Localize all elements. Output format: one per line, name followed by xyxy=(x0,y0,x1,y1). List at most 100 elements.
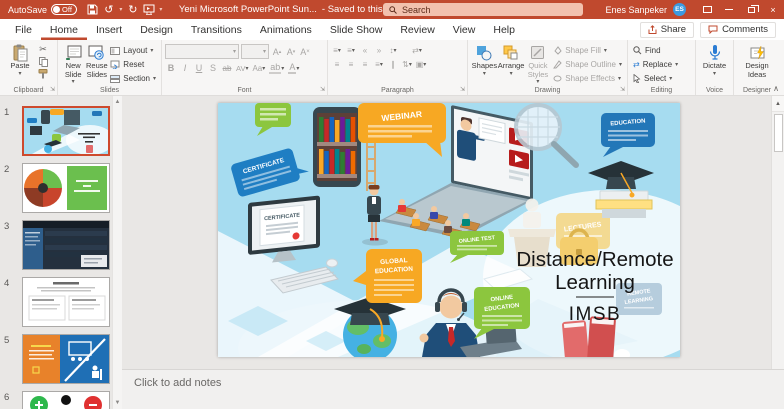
ribbon-display-options-button[interactable] xyxy=(696,0,718,19)
reset-button[interactable]: Reset xyxy=(108,58,158,71)
shapes-dropdown-icon[interactable]: ▾ xyxy=(483,71,486,78)
save-button[interactable] xyxy=(85,1,101,18)
document-title-area[interactable]: Yeni Microsoft PowerPoint Sun... - Saved… xyxy=(179,4,412,15)
slide-thumbnail-3[interactable] xyxy=(22,220,110,270)
select-button[interactable]: Select▾ xyxy=(631,72,680,85)
notes-panel[interactable]: Click to add notes xyxy=(122,369,784,409)
undo-dropdown-icon[interactable]: ▾ xyxy=(117,6,125,13)
quick-access-customize-icon[interactable]: ▾ xyxy=(157,6,165,13)
shrink-font-button[interactable]: A▾ xyxy=(285,45,297,59)
autosave-toggle[interactable]: AutoSave Off xyxy=(8,4,77,15)
columns-button[interactable]: ∥ xyxy=(387,58,399,70)
quick-styles-button[interactable]: Quick Styles ▾ xyxy=(525,42,552,86)
shape-outline-button[interactable]: Shape Outline▾ xyxy=(551,58,624,71)
italic-button[interactable]: I xyxy=(179,61,191,75)
slide-thumbnail-2[interactable] xyxy=(22,163,110,213)
align-left-button[interactable]: ≡ xyxy=(331,58,343,70)
shape-fill-button[interactable]: Shape Fill▾ xyxy=(551,44,624,57)
tab-animations[interactable]: Animations xyxy=(251,19,321,40)
replace-button[interactable]: ⇄ Replace▾ xyxy=(631,58,680,71)
change-case-button[interactable]: Aa▾ xyxy=(251,61,266,75)
slide-thumbnail-6[interactable] xyxy=(22,391,110,409)
drawing-dialog-launcher[interactable]: ⇲ xyxy=(620,86,625,94)
paste-dropdown-icon[interactable]: ▾ xyxy=(18,71,21,78)
thumbnail-scroll-up-icon[interactable]: ▲ xyxy=(115,96,121,108)
increase-indent-button[interactable]: » xyxy=(373,44,385,56)
arrange-dropdown-icon[interactable]: ▾ xyxy=(510,71,513,78)
decrease-indent-button[interactable]: « xyxy=(359,44,371,56)
canvas-scroll-up-icon[interactable]: ▲ xyxy=(772,96,784,112)
avatar[interactable]: ES xyxy=(673,3,686,16)
bold-button[interactable]: B xyxy=(165,61,177,75)
text-highlight-button[interactable]: ab▾ xyxy=(268,61,285,75)
shape-effects-icon xyxy=(553,74,562,83)
slide-thumbnail-1[interactable] xyxy=(22,106,110,156)
bullets-button[interactable]: ≡▾ xyxy=(331,44,343,56)
format-painter-button[interactable] xyxy=(37,68,49,79)
start-slideshow-button[interactable] xyxy=(141,1,157,18)
reuse-slides-button[interactable]: Reuse Slides xyxy=(85,42,108,79)
search-input[interactable]: Search xyxy=(383,3,583,16)
share-button[interactable]: Share xyxy=(640,22,694,38)
underline-button[interactable]: U xyxy=(193,61,205,75)
justify-button[interactable]: ≡▾ xyxy=(373,58,385,70)
close-button[interactable]: × xyxy=(762,0,784,19)
layout-button[interactable]: Layout▾ xyxy=(108,44,158,57)
slide-thumbnail-5[interactable] xyxy=(22,334,110,384)
align-center-button[interactable]: ≡ xyxy=(345,58,357,70)
copy-icon xyxy=(39,57,48,67)
font-size-select[interactable]: ▾ xyxy=(241,44,269,59)
thumbnail-scrollbar[interactable]: ▲ ▼ xyxy=(112,96,122,409)
tab-insert[interactable]: Insert xyxy=(87,19,131,40)
restore-button[interactable] xyxy=(740,0,762,19)
clipboard-dialog-launcher[interactable]: ⇲ xyxy=(50,86,55,94)
slide-thumbnail-4[interactable] xyxy=(22,277,110,327)
align-text-button[interactable]: ⇅▾ xyxy=(401,58,413,70)
new-slide-button[interactable]: New Slide ▾ xyxy=(61,42,85,86)
grow-font-button[interactable]: A▴ xyxy=(271,45,283,59)
account-area[interactable]: Enes Sanpeker ES xyxy=(605,3,686,16)
tab-home[interactable]: Home xyxy=(41,19,87,40)
tab-file[interactable]: File xyxy=(6,19,41,40)
thumbnail-scroll-down-icon[interactable]: ▼ xyxy=(115,397,121,409)
section-button[interactable]: Section▾ xyxy=(108,72,158,85)
shape-effects-button[interactable]: Shape Effects▾ xyxy=(551,72,624,85)
tab-design[interactable]: Design xyxy=(131,19,182,40)
tab-slide-show[interactable]: Slide Show xyxy=(321,19,392,40)
undo-button[interactable]: ↺ xyxy=(101,1,117,18)
copy-button[interactable] xyxy=(37,56,49,67)
design-ideas-button[interactable]: Design Ideas xyxy=(737,42,777,79)
canvas-scrollbar[interactable]: ▲ xyxy=(771,96,784,369)
font-dialog-launcher[interactable]: ⇲ xyxy=(320,86,325,94)
redo-button[interactable]: ↻ xyxy=(125,1,141,18)
tab-help[interactable]: Help xyxy=(484,19,524,40)
paste-button[interactable]: Paste ▾ xyxy=(3,42,37,78)
clear-formatting-button[interactable]: A× xyxy=(299,45,311,59)
align-right-button[interactable]: ≡ xyxy=(359,58,371,70)
canvas-scrollbar-thumb[interactable] xyxy=(774,114,783,152)
cut-button[interactable]: ✂ xyxy=(37,44,49,55)
tab-transitions[interactable]: Transitions xyxy=(182,19,251,40)
strikethrough-button[interactable]: ab xyxy=(221,61,233,75)
comments-button[interactable]: Comments xyxy=(700,22,776,38)
slide-canvas[interactable]: WEBINAR CERTIFICATE xyxy=(218,103,680,357)
tab-view[interactable]: View xyxy=(444,19,485,40)
text-shadow-button[interactable]: S xyxy=(207,61,219,75)
minimize-button[interactable] xyxy=(718,0,740,19)
shapes-button[interactable]: Shapes ▾ xyxy=(471,42,498,78)
paragraph-dialog-launcher[interactable]: ⇲ xyxy=(460,86,465,94)
tab-review[interactable]: Review xyxy=(391,19,443,40)
character-spacing-button[interactable]: AV▾ xyxy=(235,61,249,75)
find-button[interactable]: Find xyxy=(631,44,680,57)
arrange-button[interactable]: Arrange ▾ xyxy=(498,42,525,78)
text-direction-button[interactable]: ⇄▾ xyxy=(411,44,423,56)
font-color-button[interactable]: A▾ xyxy=(287,61,300,75)
new-slide-dropdown-icon[interactable]: ▾ xyxy=(72,79,75,86)
numbering-button[interactable]: ≡▾ xyxy=(345,44,357,56)
line-spacing-button[interactable]: ↕▾ xyxy=(387,44,399,56)
smartart-convert-button[interactable]: ▣▾ xyxy=(415,58,427,70)
collapse-ribbon-button[interactable]: ∧ xyxy=(773,84,779,93)
dictate-dropdown-icon[interactable]: ▾ xyxy=(713,71,716,78)
dictate-button[interactable]: Dictate ▾ xyxy=(699,42,730,78)
font-name-select[interactable]: ▾ xyxy=(165,44,239,59)
